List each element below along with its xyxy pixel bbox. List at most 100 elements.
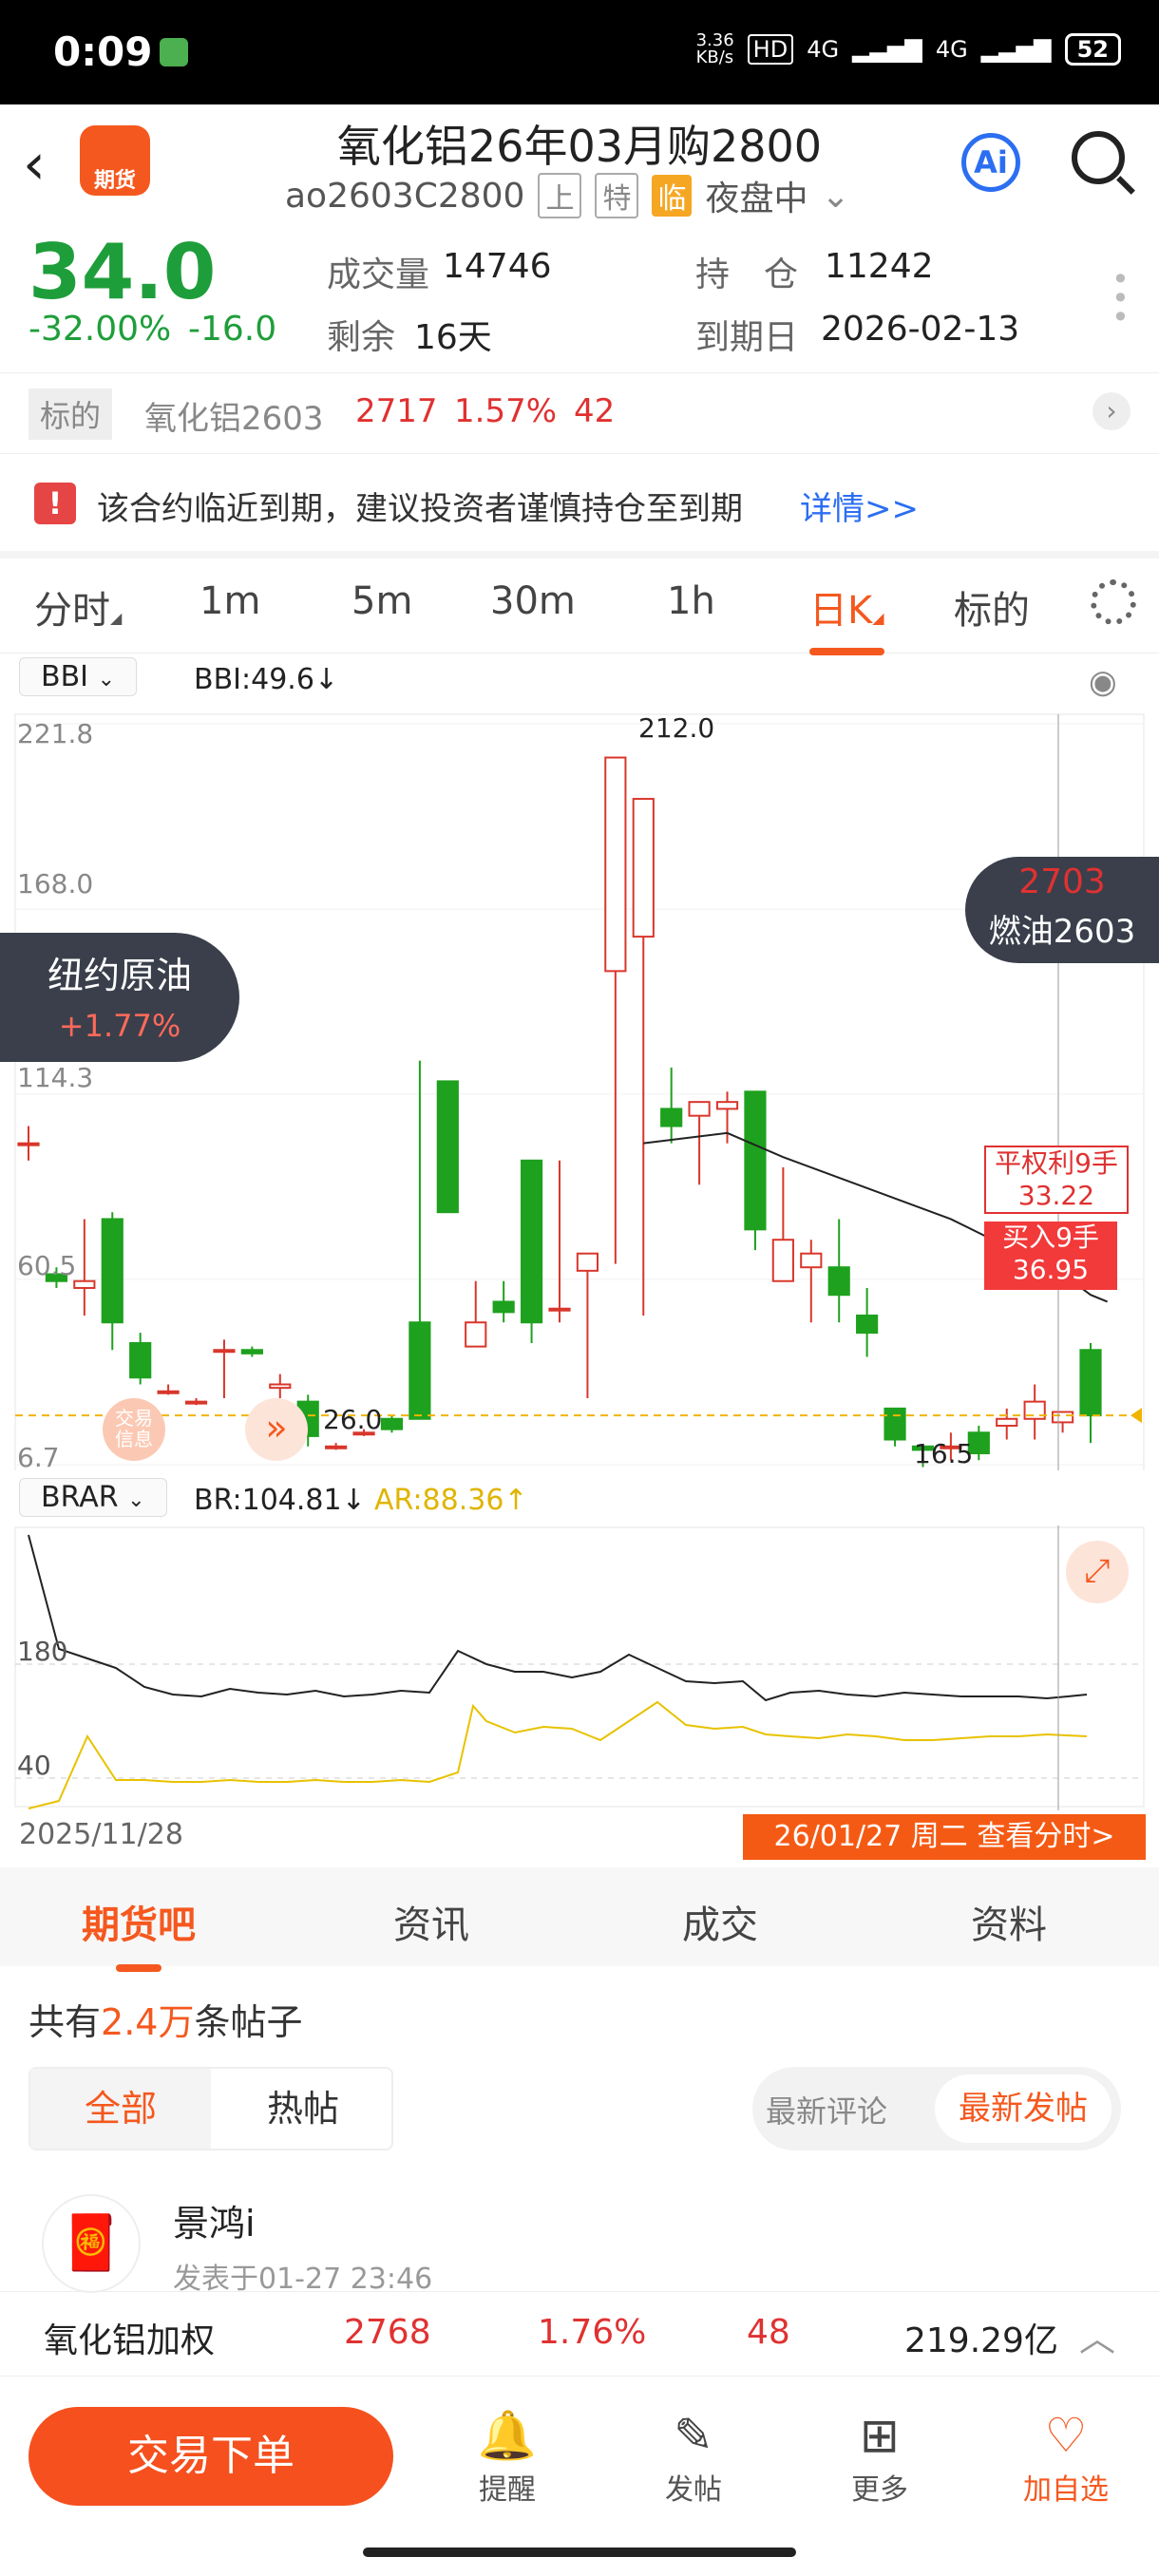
nav-watchlist[interactable]: ♡ 加自选	[1009, 2405, 1123, 2508]
candle-body	[632, 798, 655, 938]
search-icon[interactable]	[1072, 131, 1125, 184]
candle-body	[520, 1159, 543, 1324]
post-filter: 全部 热帖	[28, 2067, 393, 2150]
underlying-row[interactable]: 标的 氧化铝2603 2717 1.57% 42 ›	[0, 372, 1159, 454]
tab-1m[interactable]: 1m	[200, 579, 260, 623]
trade-info-button[interactable]: 交易 信息	[103, 1398, 165, 1461]
underlying-pct: 1.57%	[454, 392, 558, 430]
more-vertical-icon[interactable]: • • •	[1112, 264, 1130, 332]
signal-bars-icon-2: ▂▃▅▇	[980, 36, 1052, 63]
post-author[interactable]: 景鸿i	[173, 2194, 256, 2246]
ai-assistant-icon[interactable]: Ai	[961, 133, 1020, 192]
count-suffix: 条帖子	[194, 2001, 303, 2043]
chevron-up-icon[interactable]: ︿	[1079, 2309, 1115, 2361]
close-position-order[interactable]: 平权利9手 33.22	[984, 1146, 1129, 1214]
buy-order[interactable]: 买入9手 36.95	[984, 1222, 1117, 1290]
sort-latest-post[interactable]: 最新发帖	[935, 2074, 1112, 2143]
badge-name: 纽约原油	[47, 955, 192, 996]
tab-forum[interactable]: 期货吧	[82, 1894, 196, 1972]
tab-label: 期货吧	[82, 1904, 196, 1947]
y-tick-label: 168.0	[17, 868, 94, 900]
y-tick-label: 114.3	[17, 1062, 94, 1093]
order-price: 36.95	[1012, 1254, 1090, 1285]
underlying-price: 2717	[355, 392, 438, 430]
detail-tabs: 期货吧 资讯 成交 资料	[0, 1867, 1159, 1972]
trade-order-button[interactable]: 交易下单	[28, 2407, 393, 2506]
tab-label: 日K	[809, 589, 873, 633]
nav-more[interactable]: ⊞ 更多	[823, 2405, 937, 2508]
candle-body	[73, 1279, 96, 1289]
open-interest-value: 11242	[825, 247, 934, 286]
candle-body	[548, 1307, 571, 1312]
change-value: -16.0	[188, 310, 277, 349]
y-tick-label: 6.7	[17, 1442, 60, 1473]
candle-body	[436, 1080, 459, 1214]
br-value: BR:104.81↓	[194, 1484, 366, 1517]
gear-icon[interactable]	[1091, 579, 1136, 625]
open-interest-label: 持 仓	[695, 256, 799, 294]
weighted-amount: 219.29亿	[904, 2321, 1058, 2360]
tab-daily-k[interactable]: 日K◢	[809, 579, 884, 655]
tab-underlying[interactable]: 标的	[954, 579, 1030, 635]
candlestick-chart[interactable]	[0, 705, 1159, 1470]
tab-trades[interactable]: 成交	[682, 1894, 758, 1949]
chart-frame	[14, 1526, 1145, 1808]
tab-1h[interactable]: 1h	[667, 579, 715, 623]
contract-subtitle[interactable]: ao2603C2800 上 特 临 夜盘中 ⌄	[285, 171, 850, 220]
candle-body	[771, 1239, 794, 1282]
main-indicator-select[interactable]: BBI ⌄	[19, 657, 137, 696]
chevron-down-icon: ⌄	[97, 668, 115, 691]
nav-post[interactable]: ✎ 发帖	[636, 2405, 750, 2508]
filter-hot[interactable]: 热帖	[213, 2069, 393, 2149]
current-price-marker	[1130, 1408, 1142, 1424]
tab-news[interactable]: 资讯	[393, 1894, 469, 1949]
status-bar: 0:09 3.36 KB/s HD 4G ▂▃▅▇ 4G ▂▃▅▇ 52	[0, 0, 1159, 104]
hd-icon: HD	[747, 34, 794, 65]
sub-indicator-select[interactable]: BRAR ⌄	[19, 1478, 167, 1517]
expand-icon[interactable]: ⤢	[1066, 1541, 1129, 1603]
view-intraday-link[interactable]: 26/01/27 周二 查看分时>	[743, 1814, 1146, 1860]
nav-label: 加自选	[1023, 2473, 1109, 2507]
exchange-tag: 上	[538, 173, 582, 218]
tab-info[interactable]: 资料	[971, 1894, 1047, 1949]
badge-price: 2703	[1018, 862, 1106, 901]
days-left-label: 剩余	[327, 318, 396, 357]
candle-body	[576, 1252, 599, 1272]
candle-body	[800, 1252, 823, 1269]
nav-label: 更多	[851, 2473, 908, 2507]
fuel-oil-badge[interactable]: 2703 燃油2603	[965, 857, 1159, 963]
candle-body	[408, 1321, 431, 1420]
candle-body	[688, 1101, 711, 1117]
tab-5m[interactable]: 5m	[352, 579, 412, 623]
chevron-right-icon[interactable]: ›	[1092, 392, 1130, 430]
brar-chart[interactable]	[0, 1525, 1159, 1810]
candle-body	[129, 1341, 152, 1379]
warning-detail-link[interactable]: 详情>>	[800, 483, 919, 529]
sort-latest-comment[interactable]: 最新评论	[766, 2088, 887, 2131]
candle-body	[465, 1321, 487, 1348]
dropdown-triangle-icon: ◢	[872, 609, 884, 627]
tab-intraday[interactable]: 分时◢	[34, 579, 122, 635]
heart-icon: ♡	[1044, 2408, 1088, 2463]
y-tick-label: 180	[17, 1636, 68, 1667]
badge-pct: +1.77%	[58, 1008, 181, 1044]
eye-icon[interactable]: ◉	[1089, 663, 1117, 701]
nav-remind[interactable]: 🔔 提醒	[450, 2405, 564, 2508]
weighted-name: 氧化铝加权	[44, 2321, 216, 2360]
chevron-down-icon[interactable]: ⌄	[821, 177, 849, 216]
crude-oil-badge[interactable]: 纽约原油 +1.77%	[0, 933, 239, 1062]
expiry-warning: ! 该合约临近到期，建议投资者谨慎持仓至到期 详情>>	[0, 454, 1159, 551]
start-date: 2025/11/28	[19, 1818, 183, 1851]
candle-body	[715, 1101, 739, 1110]
candle-body	[157, 1390, 180, 1394]
expiring-tag: 临	[652, 175, 693, 217]
tab-30m[interactable]: 30m	[490, 579, 576, 623]
double-chevron-right-icon[interactable]: »	[245, 1398, 308, 1461]
candle-body	[996, 1417, 1018, 1428]
weighted-quote-bar[interactable]: 氧化铝加权 2768 1.76% 48 219.29亿 ︿	[0, 2291, 1159, 2377]
filter-all[interactable]: 全部	[30, 2069, 211, 2149]
home-indicator	[363, 2548, 796, 2557]
avatar[interactable]: 🧧	[42, 2194, 141, 2293]
bottom-nav: 交易下单 🔔 提醒 ✎ 发帖 ⊞ 更多 ♡ 加自选	[0, 2378, 1159, 2576]
indicator-name: BBI	[41, 660, 89, 693]
